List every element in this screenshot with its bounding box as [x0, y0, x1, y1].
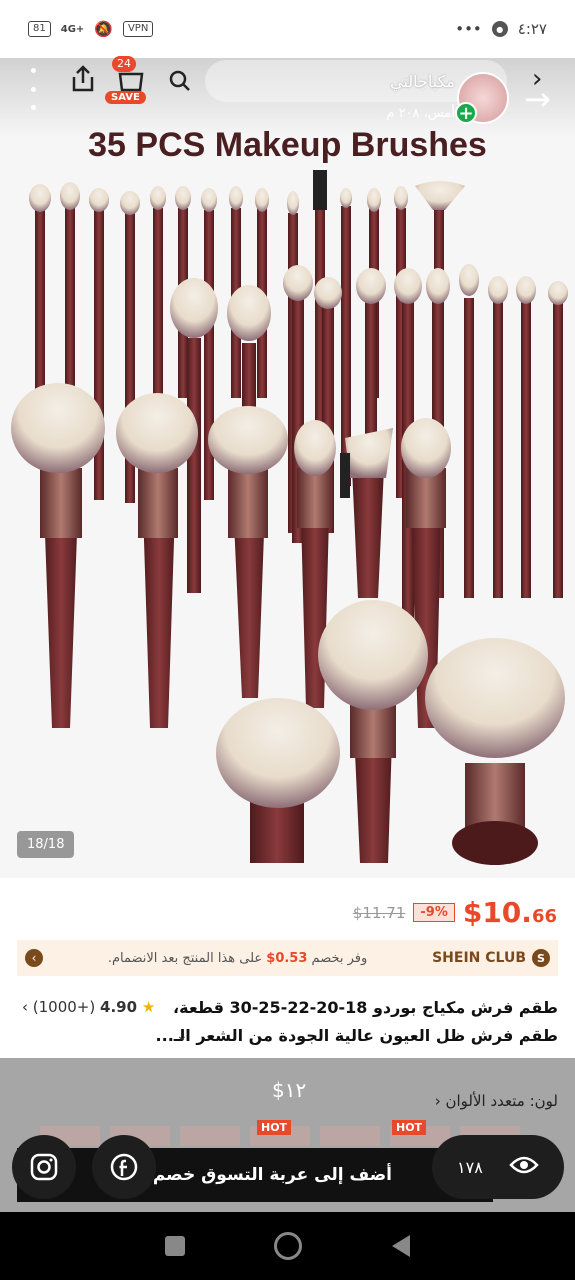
brushes-illustration [11, 170, 568, 865]
clock: ٤:٢٧ [517, 20, 547, 38]
price-row: $11.71 -9% $10.66 [353, 896, 557, 929]
recent-apps-button[interactable] [164, 1236, 185, 1256]
discount-badge: -9% [413, 903, 455, 922]
expand-chevron-icon[interactable]: ⌄ [176, 1028, 188, 1044]
share-icon[interactable] [66, 62, 100, 96]
image-counter: 18/18 [17, 831, 75, 858]
hot-badge: HOT [392, 1120, 427, 1135]
follow-plus-icon[interactable]: + [455, 102, 477, 124]
instagram-icon[interactable] [12, 1135, 76, 1199]
cart-count-badge: 24 [112, 56, 136, 72]
shein-club-banner[interactable]: ‹ وفر بخصم 0.53$ على هذا المنتج بعد الان… [17, 940, 558, 976]
back-button[interactable] [392, 1235, 411, 1257]
option-price: $١٢ [272, 1078, 307, 1102]
original-price: $11.71 [352, 903, 406, 922]
review-count: (1000+) [32, 998, 96, 1016]
views-count: ١٧٨ [457, 1157, 483, 1177]
store-name[interactable]: مكياجالتي [390, 72, 455, 91]
chevron-left-icon: ‹ [22, 998, 28, 1016]
app-notification-icon: ● [491, 21, 508, 37]
club-brand: SHEIN CLUB S [432, 949, 550, 967]
signal-icon: 4G+ [60, 23, 85, 35]
forward-arrow-icon[interactable]: → [524, 80, 551, 118]
more-menu-button[interactable] [28, 68, 38, 110]
product-title-line2[interactable]: طقم فرش ظل العيون عالية الجودة من الشعر … [17, 1022, 558, 1050]
mute-icon: 🔕 [94, 20, 113, 38]
store-timestamp: أمس، ٢٠٨ م [386, 106, 455, 121]
vpn-icon: VPN [122, 21, 154, 37]
more-dots: ••• [455, 20, 482, 38]
color-label[interactable]: لون: متعدد الألوان ‹ [435, 1092, 558, 1110]
rating-value: 4.90 [100, 998, 138, 1016]
rating[interactable]: ‹ (1000+) 4.90 ★ [22, 998, 155, 1016]
star-icon: ★ [141, 998, 156, 1016]
search-icon[interactable] [163, 64, 197, 98]
chevron-left-icon: ‹ [25, 949, 43, 967]
club-logo-icon: S [532, 949, 550, 967]
system-nav-bar [0, 1212, 575, 1280]
views-pill[interactable]: ١٧٨ [432, 1135, 564, 1199]
save-badge: SAVE [105, 91, 146, 104]
club-offer-text: وفر بخصم 0.53$ على هذا المنتج بعد الانضم… [107, 950, 368, 966]
home-button[interactable] [274, 1232, 303, 1260]
eye-icon [509, 1155, 539, 1179]
status-bar: 81 4G+ 🔕 VPN ••• ● ٤:٢٧ [0, 0, 575, 58]
facebook-icon[interactable] [92, 1135, 156, 1199]
current-price: $10.66 [462, 896, 557, 929]
product-image[interactable]: 35 PCS Makeup Brushes 18/18 [0, 58, 575, 878]
add-to-cart-button[interactable]: أضف إلى عربة التسوق خصم 9% [17, 1148, 493, 1202]
battery-indicator: 81 [28, 21, 51, 37]
hot-badge: HOT [257, 1120, 292, 1135]
